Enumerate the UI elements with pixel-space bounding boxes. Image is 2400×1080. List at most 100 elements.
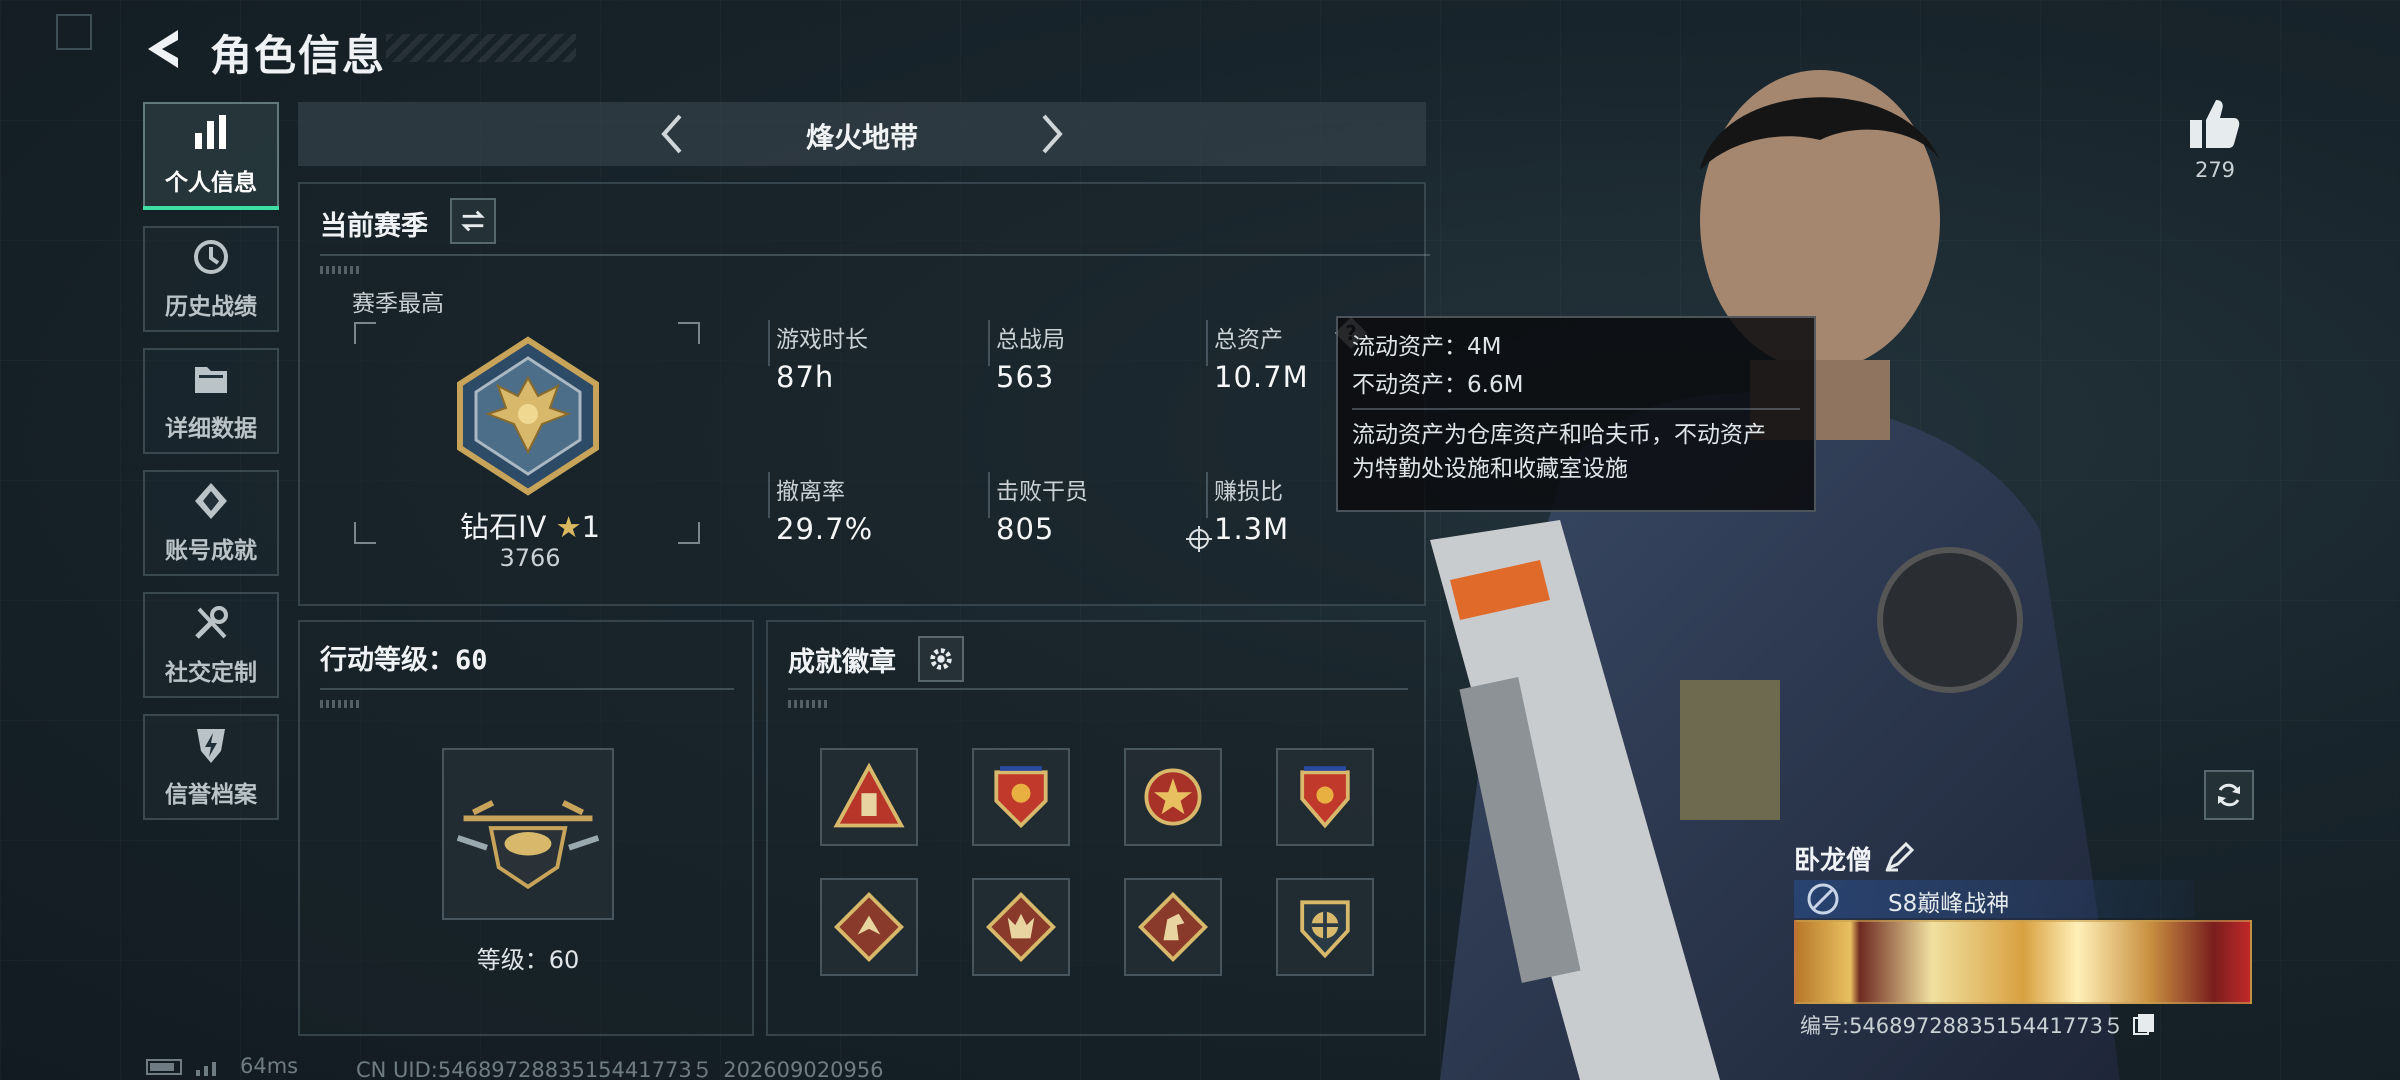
sidebar-item-label: 社交定制	[165, 660, 257, 686]
action-level-panel: 行动等级：60 等级：60	[298, 620, 754, 1036]
swap-icon	[461, 210, 485, 232]
player-title: S8巅峰战神	[1888, 891, 2010, 917]
title-emblem-icon	[1807, 883, 1839, 915]
triangle-badge-icon	[833, 762, 905, 828]
player-name: 卧龙僧	[1794, 846, 1873, 876]
like-count: 279	[2194, 158, 2236, 182]
star-badge-icon	[1144, 768, 1202, 826]
rotate-model-button[interactable]	[2204, 770, 2254, 820]
like-button[interactable]	[2186, 96, 2242, 152]
divider-decoration	[320, 700, 360, 708]
thumbs-up-icon	[2190, 100, 2240, 148]
rank-label: 钻石IV ★1	[390, 504, 670, 546]
dragon-badge-icon	[834, 892, 904, 962]
pencil-icon	[1885, 841, 1915, 872]
rank-name: 钻石IV	[459, 510, 547, 544]
stat-value-total-assets: 10.7M	[1214, 360, 1309, 394]
corner-decoration	[56, 14, 92, 50]
divider	[320, 688, 734, 690]
achievement-badge[interactable]	[820, 878, 918, 976]
horse-badge-icon	[1138, 892, 1208, 962]
stat-divider	[768, 472, 770, 518]
tooltip-liquid-assets: 流动资产：4M	[1352, 334, 1502, 360]
assets-tooltip: 流动资产：4M 不动资产：6.6M 流动资产为仓库资产和哈夫币，不动资产 为特勤…	[1336, 316, 1816, 512]
sidebar-item-social-custom[interactable]: 社交定制	[143, 592, 279, 698]
stat-label-total-assets: 总资产	[1214, 327, 1283, 353]
sidebar-item-label: 个人信息	[165, 170, 257, 196]
achievement-badge[interactable]	[1124, 748, 1222, 846]
stat-label-profit-loss: 赚损比	[1214, 479, 1283, 505]
divider-decoration	[320, 266, 360, 274]
stat-divider	[988, 472, 990, 518]
stat-value-total-matches: 563	[996, 360, 1055, 394]
ping-text: 64ms	[240, 1054, 299, 1078]
sidebar-item-label: 历史战绩	[165, 294, 257, 320]
sidebar-item-credit-file[interactable]: 信誉档案	[143, 714, 279, 820]
season-title: 当前赛季	[320, 211, 428, 242]
achievement-badge[interactable]	[972, 748, 1070, 846]
sidebar-item-label: 信誉档案	[165, 782, 257, 808]
stat-value-extraction-rate: 29.7%	[776, 512, 874, 546]
back-button[interactable]	[140, 24, 190, 74]
stat-value-operators-defeated: 805	[996, 512, 1055, 546]
sidebar-item-personal-info[interactable]: 个人信息	[143, 102, 279, 210]
copy-icon	[2133, 1014, 2154, 1035]
stat-label-extraction-rate: 撤离率	[776, 479, 845, 505]
sidebar-item-account-achievements[interactable]: 账号成就	[143, 470, 279, 576]
divider	[320, 254, 1430, 256]
tooltip-description-2: 为特勤处设施和收藏室设施	[1352, 456, 1628, 482]
tooltip-description-1: 流动资产为仓库资产和哈夫币，不动资产	[1352, 422, 1766, 448]
refresh-icon	[2218, 783, 2240, 807]
achievements-title: 成就徽章	[788, 647, 896, 678]
next-mode-button[interactable]	[1026, 110, 1074, 158]
sidebar-item-detailed-data[interactable]: 详细数据	[143, 348, 279, 454]
stat-divider	[988, 320, 990, 366]
diamond-rank-emblem	[457, 336, 599, 496]
achievement-badge[interactable]	[972, 878, 1070, 976]
chevron-right-icon	[1042, 114, 1063, 154]
stat-label-operators-defeated: 击败干员	[996, 479, 1088, 505]
stat-label-total-matches: 总战局	[996, 327, 1065, 353]
action-level-title: 行动等级：60	[320, 645, 488, 676]
achievement-badge[interactable]	[1124, 878, 1222, 976]
achievement-icon	[195, 483, 227, 519]
gear-icon	[930, 648, 952, 670]
helicopter-emblem	[456, 800, 600, 890]
tooltip-fixed-assets: 不动资产：6.6M	[1352, 372, 1524, 398]
stat-divider	[768, 320, 770, 366]
title-decoration	[386, 34, 576, 62]
tooltip-divider	[1352, 408, 1800, 410]
stat-value-profit-loss: 1.3M	[1214, 512, 1290, 546]
folder-icon	[195, 367, 227, 393]
page-title: 角色信息	[210, 31, 387, 80]
sidebar-item-label: 账号成就	[165, 538, 257, 564]
stat-divider	[1206, 472, 1208, 518]
sidebar-item-label: 详细数据	[165, 416, 257, 442]
season-best-label: 赛季最高	[352, 291, 444, 317]
achievement-badge[interactable]	[820, 748, 918, 846]
shield-icon	[197, 729, 225, 763]
back-arrow-icon	[148, 30, 178, 68]
crest-badge-icon	[994, 766, 1048, 829]
divider-decoration	[788, 700, 828, 708]
player-title-bar: S8巅峰战神	[1794, 880, 2194, 918]
stat-label-playtime: 游戏时长	[776, 327, 868, 353]
rank-stars: 1	[581, 510, 601, 544]
stat-divider	[1206, 320, 1208, 366]
clock-icon	[194, 240, 228, 274]
edit-name-button[interactable]	[1884, 841, 1915, 872]
copy-id-button[interactable]	[2132, 1012, 2156, 1036]
uid-text: CN UID:5468972883515441773５_202609020956	[356, 1058, 884, 1080]
bar-chart-icon	[195, 115, 226, 149]
sidebar-item-match-history[interactable]: 历史战绩	[143, 226, 279, 332]
achievements-settings-button[interactable]	[918, 636, 964, 682]
wrench-icon	[195, 606, 228, 639]
stat-value-playtime: 87h	[776, 360, 835, 394]
mode-selector-bar: 烽火地带	[298, 102, 1426, 166]
player-id: 编号:5468972883515441773５	[1800, 1014, 2124, 1038]
player-banner-card[interactable]	[1794, 920, 2252, 1004]
crosshair-icon	[1186, 526, 1212, 552]
season-panel: 当前赛季 赛季最高 钻石IV ★1 3766 游戏时长 87h 总战局 563 …	[298, 182, 1430, 606]
battery-signal-icon	[146, 1059, 216, 1076]
season-switch-button[interactable]	[450, 198, 496, 244]
